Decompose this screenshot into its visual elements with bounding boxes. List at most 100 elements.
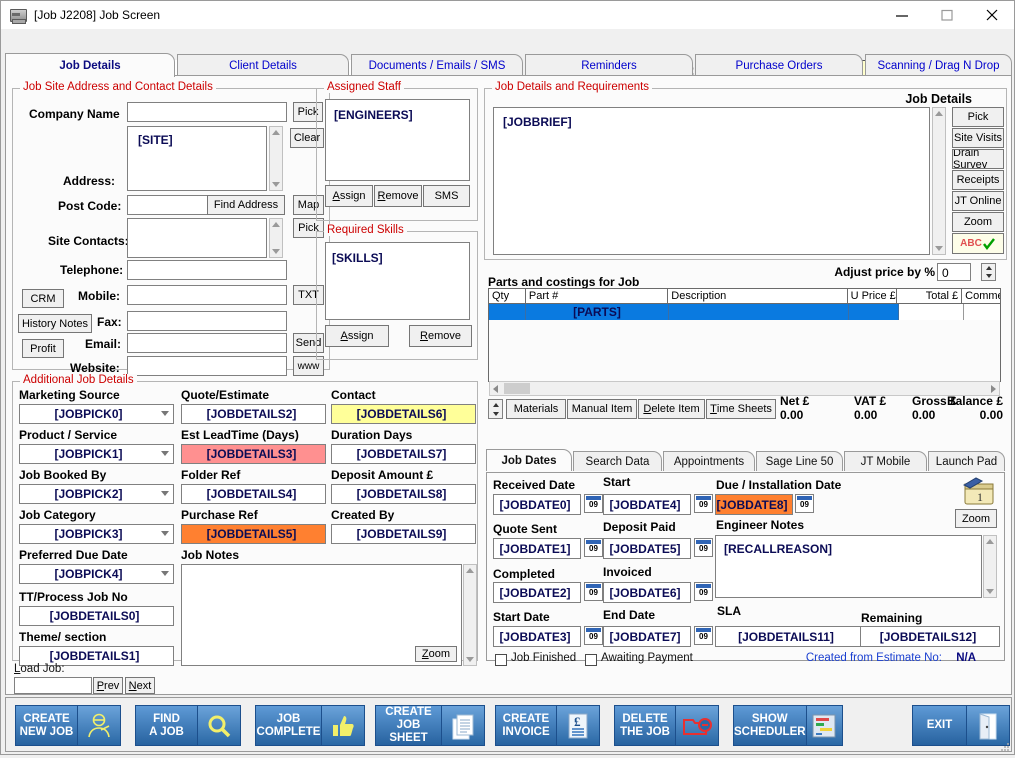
job-details-zoom-button[interactable]: Zoom <box>952 212 1004 232</box>
preferred-due-date-combo[interactable]: [JOBPICK4] <box>19 564 174 584</box>
create-new-job-button[interactable]: CREATE NEW JOB <box>15 705 121 746</box>
manual-item-button[interactable]: Manual Item <box>567 399 637 419</box>
site-visits-button[interactable]: Site Visits <box>952 128 1004 148</box>
fax-input[interactable] <box>127 311 287 331</box>
find-a-job-button[interactable]: FIND A JOB <box>135 705 241 746</box>
jt-online-button[interactable]: JT Online <box>952 191 1004 211</box>
adjust-price-stepper[interactable] <box>981 263 996 281</box>
minimize-icon[interactable] <box>879 1 924 29</box>
job-brief-scrollbar[interactable] <box>932 107 946 255</box>
tab-purchase-orders[interactable]: Purchase Orders <box>695 54 863 76</box>
assign-staff-button[interactable]: Assign <box>325 185 373 207</box>
site-contacts-scrollbar[interactable] <box>269 218 283 258</box>
assign-skill-button[interactable]: Assign <box>325 325 389 347</box>
next-job-button[interactable]: Next <box>125 677 155 694</box>
awaiting-payment-checkbox[interactable] <box>585 654 597 666</box>
adjust-price-input[interactable]: 0 <box>937 263 971 281</box>
est-leadtime-input[interactable]: [JOBDETAILS3] <box>181 444 326 464</box>
tab-job-dates[interactable]: Job Dates <box>486 449 572 471</box>
resize-grip[interactable] <box>999 740 1011 752</box>
quote-sent-calendar-icon[interactable]: 09 <box>584 538 603 557</box>
tt-process-job-no-input[interactable]: [JOBDETAILS0] <box>19 606 174 626</box>
crm-button[interactable]: CRM <box>22 289 64 308</box>
delete-item-button[interactable]: Delete Item <box>638 399 705 419</box>
tab-search-data[interactable]: Search Data <box>573 451 662 471</box>
duration-days-input[interactable]: [JOBDETAILS7] <box>331 444 476 464</box>
company-name-input[interactable] <box>127 102 287 122</box>
folder-ref-input[interactable]: [JOBDETAILS4] <box>181 484 326 504</box>
job-notes-input[interactable]: Zoom <box>181 564 462 666</box>
job-category-combo[interactable]: [JOBPICK3] <box>19 524 174 544</box>
tab-documents-emails-sms[interactable]: Documents / Emails / SMS <box>351 54 523 76</box>
email-input[interactable] <box>127 333 287 353</box>
quote-estimate-input[interactable]: [JOBDETAILS2] <box>181 404 326 424</box>
site-contacts-input[interactable] <box>127 218 267 258</box>
due-installation-calendar-icon[interactable]: 09 <box>795 494 814 513</box>
start-calendar-icon[interactable]: 09 <box>694 494 713 513</box>
load-job-input[interactable] <box>14 677 92 694</box>
job-pick-button[interactable]: Pick <box>952 107 1004 127</box>
quote-sent-input[interactable]: [JOBDATE1] <box>493 538 581 559</box>
engineer-notes-input[interactable]: [RECALLREASON] <box>715 535 982 598</box>
start-date-calendar-icon[interactable]: 09 <box>584 626 603 645</box>
completed-calendar-icon[interactable]: 09 <box>584 582 603 601</box>
telephone-input[interactable] <box>127 260 287 280</box>
delete-the-job-button[interactable]: DELETE THE JOB <box>614 705 719 746</box>
deposit-amount-input[interactable]: [JOBDETAILS8] <box>331 484 476 504</box>
prev-job-button[interactable]: Prev <box>93 677 123 694</box>
invoiced-input[interactable]: [JOBDATE6] <box>603 582 691 603</box>
table-row[interactable]: [PARTS] <box>489 304 1000 320</box>
address-input[interactable]: [SITE] <box>127 126 267 191</box>
show-scheduler-button[interactable]: SHOW SCHEDULER <box>733 705 843 746</box>
end-date-calendar-icon[interactable]: 09 <box>694 626 713 645</box>
tab-scanning-drag-n-drop[interactable]: Scanning / Drag N Drop <box>865 54 1012 76</box>
received-date-input[interactable]: [JOBDATE0] <box>493 494 581 515</box>
maximize-icon[interactable] <box>924 1 969 29</box>
received-date-calendar-icon[interactable]: 09 <box>584 494 603 513</box>
exit-button[interactable]: EXIT <box>912 705 1010 746</box>
materials-button[interactable]: Materials <box>506 399 566 419</box>
product-service-combo[interactable]: [JOBPICK1] <box>19 444 174 464</box>
end-date-input[interactable]: [JOBDATE7] <box>603 626 691 647</box>
engineer-notes-scrollbar[interactable] <box>983 535 997 598</box>
created-by-input[interactable]: [JOBDETAILS9] <box>331 524 476 544</box>
contact-input[interactable]: [JOBDETAILS6] <box>331 404 476 424</box>
start-input[interactable]: [JOBDATE4] <box>603 494 691 515</box>
close-icon[interactable] <box>969 1 1014 29</box>
find-address-button[interactable]: Find Address <box>207 195 285 215</box>
tab-reminders[interactable]: Reminders <box>525 54 693 76</box>
engineer-notes-zoom-button[interactable]: Zoom <box>955 509 997 528</box>
job-finished-checkbox[interactable] <box>495 654 507 666</box>
job-brief-input[interactable]: [JOBBRIEF] <box>493 107 930 255</box>
assigned-staff-list[interactable]: [ENGINEERS] <box>325 99 470 181</box>
start-date-input[interactable]: [JOBDATE3] <box>493 626 581 647</box>
remove-skill-button[interactable]: Remove <box>409 325 472 347</box>
parts-row-stepper[interactable] <box>488 399 503 419</box>
job-booked-by-combo[interactable]: [JOBPICK2] <box>19 484 174 504</box>
tab-sage-line-50[interactable]: Sage Line 50 <box>756 451 843 471</box>
post-code-input[interactable] <box>127 195 209 215</box>
due-installation-input[interactable]: [JOBDATE8] <box>715 494 793 515</box>
tab-job-details[interactable]: Job Details <box>5 53 175 77</box>
history-notes-button[interactable]: History Notes <box>18 314 92 333</box>
website-input[interactable] <box>127 356 287 376</box>
spellcheck-abc-icon[interactable]: ABC <box>952 233 1004 254</box>
address-scrollbar[interactable] <box>269 126 283 191</box>
mobile-input[interactable] <box>127 285 287 305</box>
purchase-ref-input[interactable]: [JOBDETAILS5] <box>181 524 326 544</box>
receipts-button[interactable]: Receipts <box>952 170 1004 190</box>
create-job-sheet-button[interactable]: CREATE JOB SHEET <box>375 705 485 746</box>
time-sheets-button[interactable]: Time Sheets <box>706 399 776 419</box>
marketing-source-combo[interactable]: [JOBPICK0] <box>19 404 174 424</box>
profit-button[interactable]: Profit <box>22 339 64 358</box>
sms-staff-button[interactable]: SMS <box>423 185 470 207</box>
tab-appointments[interactable]: Appointments <box>663 451 755 471</box>
remaining-input[interactable]: [JOBDETAILS12] <box>860 626 1000 647</box>
create-invoice-button[interactable]: CREATE INVOICE £ <box>495 705 600 746</box>
tab-client-details[interactable]: Client Details <box>177 54 349 76</box>
invoiced-calendar-icon[interactable]: 09 <box>694 582 713 601</box>
drain-survey-button[interactable]: Drain Survey <box>952 149 1004 169</box>
job-notes-scrollbar[interactable] <box>463 564 477 666</box>
remove-staff-button[interactable]: Remove <box>374 185 422 207</box>
sla-input[interactable]: [JOBDETAILS11] <box>715 626 861 647</box>
